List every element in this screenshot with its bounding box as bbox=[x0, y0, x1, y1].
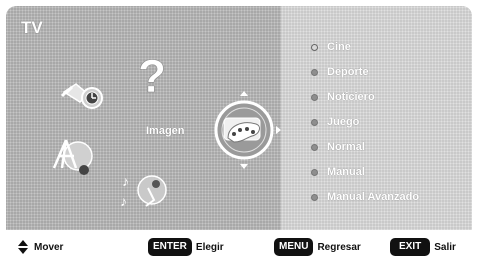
up-arrow-icon bbox=[240, 91, 248, 96]
footer-enter: ENTER Elegir bbox=[148, 238, 224, 256]
menu-item-label: Normal bbox=[327, 141, 365, 153]
bullet-icon bbox=[311, 118, 318, 126]
svg-text:?: ? bbox=[138, 50, 166, 102]
bullet-icon bbox=[311, 43, 318, 51]
menu-item-label: Noticiero bbox=[327, 91, 375, 103]
footer-move: Mover bbox=[18, 240, 63, 254]
imagen-label: Imagen bbox=[146, 125, 185, 137]
bullet-icon bbox=[311, 93, 318, 101]
menu-key-badge: MENU bbox=[274, 238, 314, 256]
menu-item-label: Juego bbox=[327, 116, 360, 128]
menu-item-label: Manual Avanzado bbox=[327, 191, 420, 203]
picture-palette-icon bbox=[223, 117, 261, 143]
footer-move-label: Mover bbox=[34, 241, 64, 253]
menu-item-manual-avanzado[interactable]: Manual Avanzado bbox=[311, 188, 419, 206]
menu-main-panel: TV ? ♪ ♪ Imagen Cine Deporte Noticiero J… bbox=[6, 6, 472, 230]
audio-speaker-icon[interactable]: ♪ ♪ bbox=[120, 166, 176, 216]
bullet-icon bbox=[311, 193, 318, 201]
footer-help-bar: Mover ENTER Elegir MENU Regresar EXIT Sa… bbox=[6, 234, 472, 260]
svg-text:♪: ♪ bbox=[120, 193, 127, 209]
footer-enter-label: Elegir bbox=[195, 241, 224, 253]
footer-menu-label: Regresar bbox=[317, 241, 361, 253]
menu-item-label: Manual bbox=[327, 166, 365, 178]
bullet-icon bbox=[311, 168, 318, 176]
bullet-icon bbox=[311, 68, 318, 76]
bullet-icon bbox=[311, 143, 318, 151]
menu-item-cine[interactable]: Cine bbox=[311, 38, 351, 56]
menu-item-noticiero[interactable]: Noticiero bbox=[311, 88, 375, 106]
footer-menu: MENU Regresar bbox=[274, 238, 361, 256]
menu-item-label: Cine bbox=[327, 41, 351, 53]
enter-key-badge: ENTER bbox=[148, 238, 192, 256]
antenna-icon[interactable] bbox=[50, 136, 100, 180]
tv-menu-frame: TV ? ♪ ♪ Imagen Cine Deporte Noticiero J… bbox=[6, 6, 472, 262]
footer-exit-label: Salir bbox=[434, 241, 456, 253]
menu-title: TV bbox=[21, 18, 43, 37]
settings-clock-icon[interactable] bbox=[58, 70, 106, 118]
help-question-icon[interactable]: ? bbox=[134, 50, 168, 103]
up-down-arrows-icon bbox=[18, 240, 28, 254]
menu-item-juego[interactable]: Juego bbox=[311, 113, 359, 131]
exit-key-badge: EXIT bbox=[390, 238, 431, 256]
menu-item-normal[interactable]: Normal bbox=[311, 138, 365, 156]
picture-selector[interactable] bbox=[206, 90, 286, 170]
menu-item-deporte[interactable]: Deporte bbox=[311, 63, 369, 81]
down-arrow-icon bbox=[240, 164, 248, 169]
svg-text:♪: ♪ bbox=[122, 173, 129, 189]
menu-item-label: Deporte bbox=[327, 66, 369, 78]
menu-item-manual[interactable]: Manual bbox=[311, 163, 365, 181]
footer-exit: EXIT Salir bbox=[390, 238, 456, 256]
